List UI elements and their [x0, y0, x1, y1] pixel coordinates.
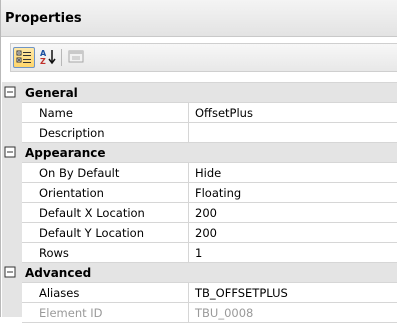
property-row-default-y-location[interactable]: Default Y Location 200: [22, 223, 397, 243]
property-name: Orientation: [22, 183, 189, 202]
property-value[interactable]: Hide: [189, 163, 397, 182]
property-row-aliases[interactable]: Aliases TB_OFFSETPLUS: [22, 283, 397, 303]
category-advanced[interactable]: Advanced: [4, 263, 397, 283]
property-row-name[interactable]: Name OffsetPlus: [22, 103, 397, 123]
property-value[interactable]: [189, 123, 397, 142]
property-name: On By Default: [22, 163, 189, 182]
collapse-icon[interactable]: [4, 266, 16, 278]
property-name: Element ID: [22, 303, 189, 322]
alphabetical-sort-button[interactable]: A Z: [38, 47, 60, 68]
category-label: General: [25, 85, 78, 100]
property-pages-button[interactable]: [66, 47, 88, 68]
toolbar-area: A Z: [1, 37, 397, 83]
property-name: Description: [22, 123, 189, 142]
property-value[interactable]: 1: [189, 243, 397, 262]
property-row-description[interactable]: Description: [22, 123, 397, 143]
property-value[interactable]: OffsetPlus: [189, 103, 397, 122]
sort-alphabetical-icon: A Z: [40, 49, 56, 66]
property-pages-icon: [68, 50, 84, 63]
property-value[interactable]: 200: [189, 203, 397, 222]
toolbar-separator: [61, 49, 62, 66]
property-row-rows[interactable]: Rows 1: [22, 243, 397, 263]
collapse-icon[interactable]: [4, 86, 16, 98]
collapse-icon[interactable]: [4, 146, 16, 158]
property-row-element-id: Element ID TBU_0008: [22, 303, 397, 323]
categorized-view-button[interactable]: [13, 47, 35, 68]
category-label: Advanced: [25, 265, 92, 280]
property-row-orientation[interactable]: Orientation Floating: [22, 183, 397, 203]
grid-gutter: [2, 82, 22, 317]
properties-toolbar: A Z: [10, 43, 397, 72]
categorized-view-icon: [16, 50, 31, 63]
property-value: TBU_0008: [195, 305, 254, 320]
category-appearance[interactable]: Appearance: [4, 143, 397, 163]
property-name: Name: [22, 103, 189, 122]
property-grid: General Name OffsetPlus Description Appe…: [4, 82, 397, 323]
svg-text:Z: Z: [40, 57, 46, 66]
category-label: Appearance: [25, 145, 106, 160]
property-row-default-x-location[interactable]: Default X Location 200: [22, 203, 397, 223]
property-name: Default X Location: [22, 203, 189, 222]
property-value[interactable]: TB_OFFSETPLUS: [189, 283, 397, 302]
property-value[interactable]: 200: [189, 223, 397, 242]
category-general[interactable]: General: [4, 83, 397, 103]
property-row-on-by-default[interactable]: On By Default Hide: [22, 163, 397, 183]
property-value[interactable]: Floating: [189, 183, 397, 202]
panel-title: Properties: [1, 0, 397, 37]
property-name: Default Y Location: [22, 223, 189, 242]
property-name: Aliases: [22, 283, 189, 302]
properties-panel: Properties A Z General Name OffsetPlus D…: [0, 0, 397, 323]
property-name: Rows: [22, 243, 189, 262]
